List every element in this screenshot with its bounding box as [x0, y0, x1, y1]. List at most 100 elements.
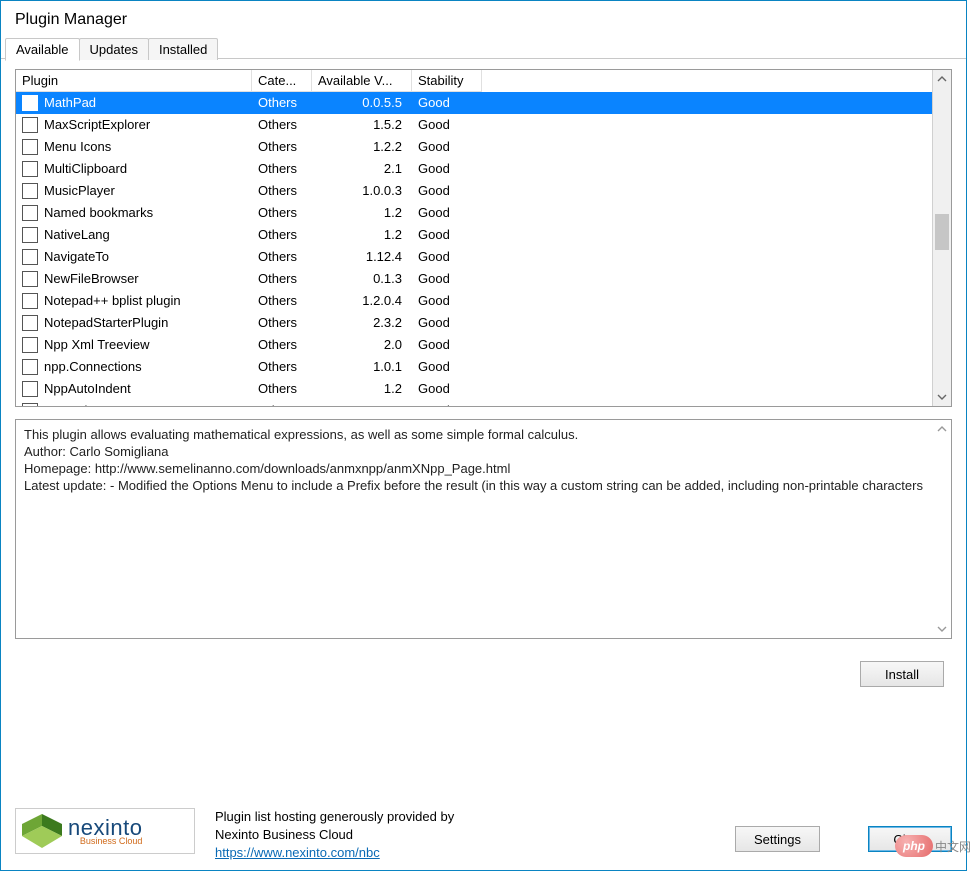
plugin-stability-cell: Good [412, 114, 482, 136]
install-row: Install [15, 639, 952, 687]
table-row[interactable]: NppCalcOthers1.5Good [16, 400, 932, 406]
table-row[interactable]: NotepadStarterPluginOthers2.3.2Good [16, 312, 932, 334]
plugin-version-cell: 1.0.1 [312, 356, 412, 378]
plugin-stability-cell: Good [412, 246, 482, 268]
install-button[interactable]: Install [860, 661, 944, 687]
plugin-stability-cell: Good [412, 378, 482, 400]
plugin-checkbox[interactable] [22, 161, 38, 177]
scroll-up-icon[interactable] [933, 420, 951, 438]
plugin-name-cell: Npp Xml Treeview [16, 334, 252, 356]
plugin-checkbox[interactable] [22, 249, 38, 265]
plugin-category-cell: Others [252, 268, 312, 290]
plugin-category-cell: Others [252, 400, 312, 406]
plugin-name: npp.Connections [44, 359, 142, 374]
plugin-checkbox[interactable] [22, 183, 38, 199]
plugin-stability-cell: Good [412, 202, 482, 224]
plugin-category-cell: Others [252, 136, 312, 158]
plugin-name-cell: Notepad++ bplist plugin [16, 290, 252, 312]
column-header-category[interactable]: Cate... [252, 70, 312, 92]
column-header-plugin[interactable]: Plugin [16, 70, 252, 92]
plugin-checkbox[interactable] [22, 117, 38, 133]
table-row[interactable]: NewFileBrowserOthers0.1.3Good [16, 268, 932, 290]
scroll-down-icon[interactable] [933, 620, 951, 638]
window-title: Plugin Manager [1, 1, 966, 35]
table-row[interactable]: Npp Xml TreeviewOthers2.0Good [16, 334, 932, 356]
plugin-version-cell: 1.0.0.3 [312, 180, 412, 202]
plugin-name-cell: MathPad [16, 92, 252, 114]
close-button[interactable]: Close [868, 826, 952, 852]
plugin-category-cell: Others [252, 224, 312, 246]
desc-line: Author: Carlo Somigliana [24, 444, 169, 459]
plugin-category-cell: Others [252, 158, 312, 180]
desc-line: This plugin allows evaluating mathematic… [24, 427, 578, 442]
plugin-stability-cell: Good [412, 400, 482, 406]
plugin-rows: MathPadOthers0.0.5.5GoodMaxScriptExplore… [16, 92, 932, 406]
table-row[interactable]: NppAutoIndentOthers1.2Good [16, 378, 932, 400]
tab-installed[interactable]: Installed [148, 38, 218, 60]
plugin-stability-cell: Good [412, 92, 482, 114]
plugin-checkbox[interactable] [22, 403, 38, 406]
table-row[interactable]: Named bookmarksOthers1.2Good [16, 202, 932, 224]
plugin-name-cell: NotepadStarterPlugin [16, 312, 252, 334]
tab-available[interactable]: Available [5, 38, 80, 61]
plugin-version-cell: 1.2 [312, 378, 412, 400]
plugin-version-cell: 1.2.2 [312, 136, 412, 158]
logo-icon [22, 814, 62, 848]
plugin-list-viewport: Plugin Cate... Available V... Stability … [16, 70, 932, 406]
plugin-category-cell: Others [252, 356, 312, 378]
plugin-name-cell: NativeLang [16, 224, 252, 246]
table-row[interactable]: NativeLangOthers1.2Good [16, 224, 932, 246]
plugin-category-cell: Others [252, 334, 312, 356]
table-row[interactable]: NavigateToOthers1.12.4Good [16, 246, 932, 268]
plugin-checkbox[interactable] [22, 139, 38, 155]
plugin-checkbox[interactable] [22, 337, 38, 353]
scroll-up-icon[interactable] [933, 70, 951, 88]
plugin-name: MaxScriptExplorer [44, 117, 150, 132]
column-header-stability[interactable]: Stability [412, 70, 482, 92]
plugin-version-cell: 2.0 [312, 334, 412, 356]
plugin-version-cell: 0.1.3 [312, 268, 412, 290]
desc-line: Homepage: http://www.semelinanno.com/dow… [24, 461, 510, 476]
plugin-checkbox[interactable] [22, 271, 38, 287]
tab-content: Plugin Cate... Available V... Stability … [1, 59, 966, 794]
table-row[interactable]: MaxScriptExplorerOthers1.5.2Good [16, 114, 932, 136]
plugin-checkbox[interactable] [22, 359, 38, 375]
table-row[interactable]: Menu IconsOthers1.2.2Good [16, 136, 932, 158]
footer-line: Plugin list hosting generously provided … [215, 809, 454, 824]
plugin-version-cell: 0.0.5.5 [312, 92, 412, 114]
plugin-name-cell: NppCalc [16, 400, 252, 406]
scroll-down-icon[interactable] [933, 388, 951, 406]
plugin-name: NavigateTo [44, 249, 109, 264]
description-scrollbar[interactable] [933, 420, 951, 638]
column-header-version[interactable]: Available V... [312, 70, 412, 92]
plugin-name: NppAutoIndent [44, 381, 131, 396]
plugin-checkbox[interactable] [22, 95, 38, 111]
settings-button[interactable]: Settings [735, 826, 820, 852]
plugin-name: Notepad++ bplist plugin [44, 293, 181, 308]
plugin-checkbox[interactable] [22, 205, 38, 221]
scroll-track[interactable] [933, 88, 951, 388]
plugin-checkbox[interactable] [22, 381, 38, 397]
table-row[interactable]: MathPadOthers0.0.5.5Good [16, 92, 932, 114]
plugin-stability-cell: Good [412, 180, 482, 202]
table-row[interactable]: npp.ConnectionsOthers1.0.1Good [16, 356, 932, 378]
plugin-stability-cell: Good [412, 312, 482, 334]
scroll-thumb[interactable] [935, 214, 949, 250]
plugin-name-cell: NavigateTo [16, 246, 252, 268]
plugin-version-cell: 1.5.2 [312, 114, 412, 136]
tab-updates[interactable]: Updates [79, 38, 149, 60]
plugin-checkbox[interactable] [22, 315, 38, 331]
footer-link[interactable]: https://www.nexinto.com/nbc [215, 845, 380, 860]
plugin-name: Menu Icons [44, 139, 111, 154]
plugin-list-panel: Plugin Cate... Available V... Stability … [15, 69, 952, 407]
column-headers: Plugin Cate... Available V... Stability [16, 70, 932, 92]
plugin-name-cell: MusicPlayer [16, 180, 252, 202]
plugin-checkbox[interactable] [22, 293, 38, 309]
plugin-list-scrollbar[interactable] [932, 70, 951, 406]
plugin-category-cell: Others [252, 246, 312, 268]
table-row[interactable]: MultiClipboardOthers2.1Good [16, 158, 932, 180]
scroll-track[interactable] [933, 438, 951, 620]
table-row[interactable]: MusicPlayerOthers1.0.0.3Good [16, 180, 932, 202]
plugin-checkbox[interactable] [22, 227, 38, 243]
table-row[interactable]: Notepad++ bplist pluginOthers1.2.0.4Good [16, 290, 932, 312]
